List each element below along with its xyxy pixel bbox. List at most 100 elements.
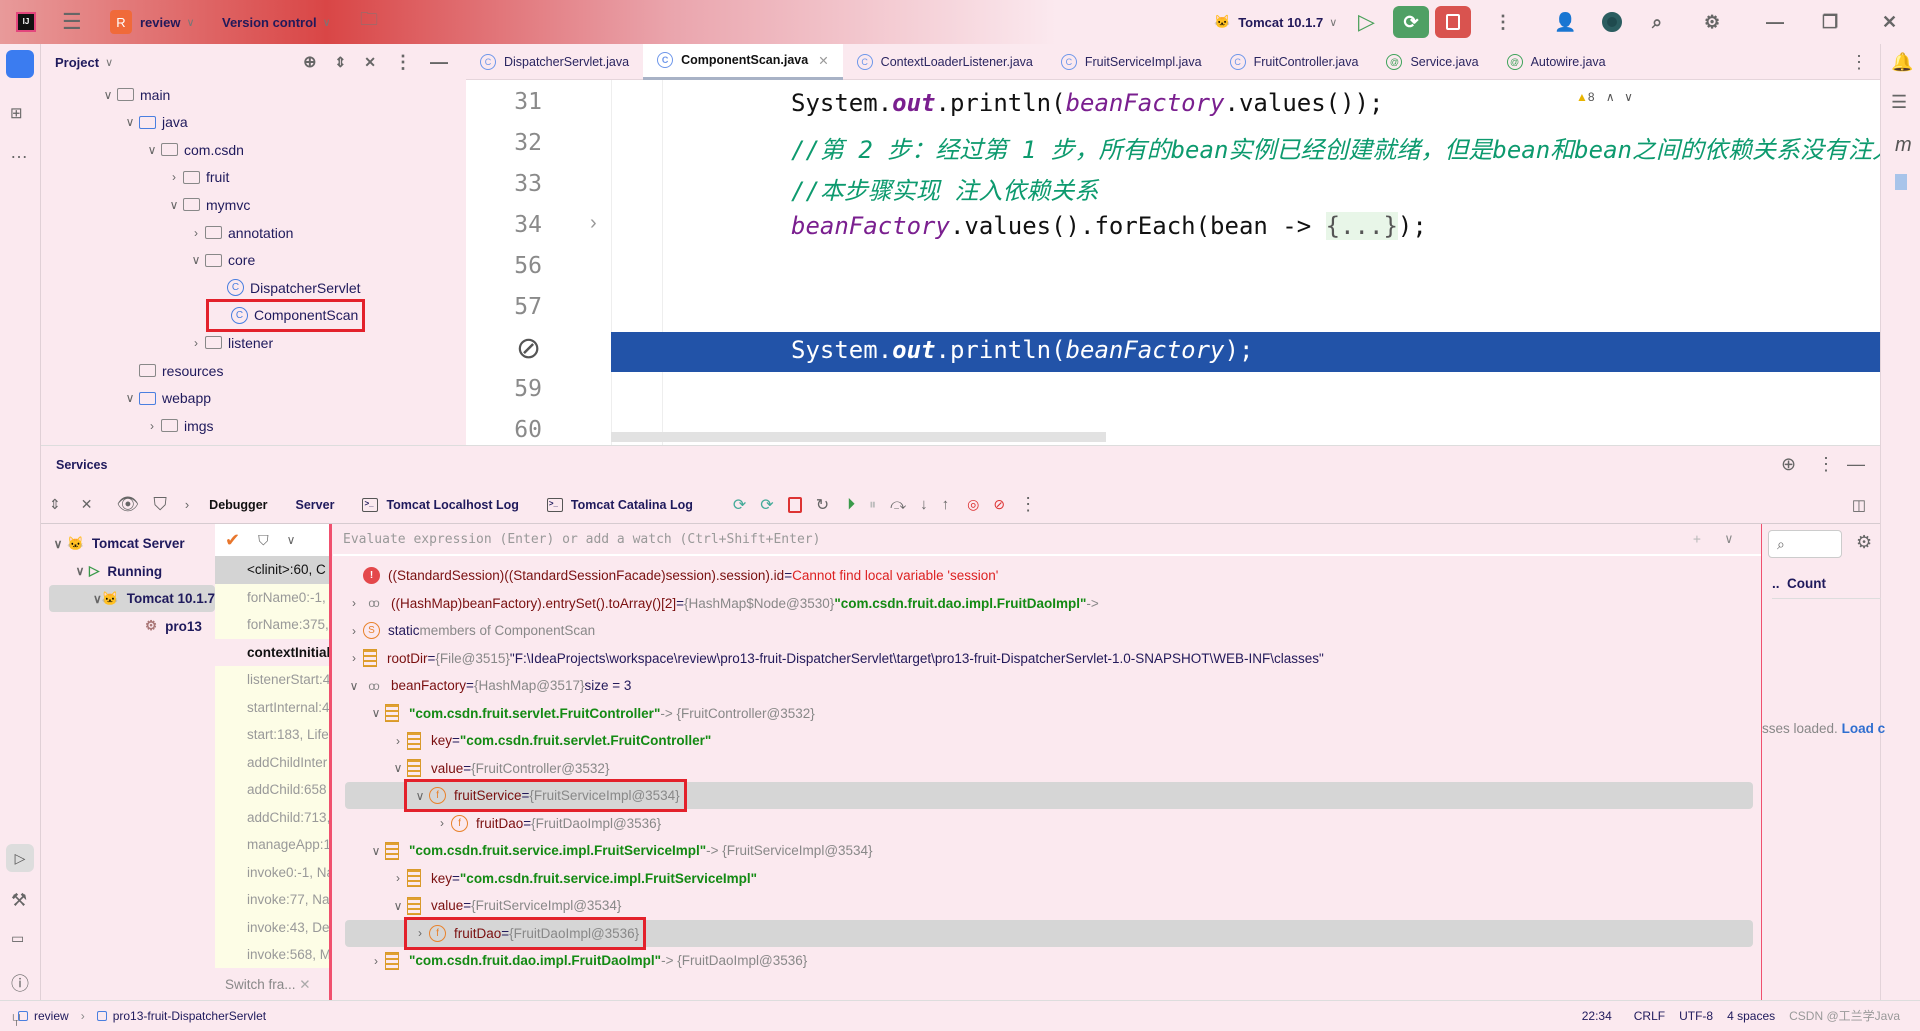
tree-item-mymvc[interactable]: ∨ mymvc [165,191,251,218]
stack-frame[interactable]: addChild:713, [215,804,329,832]
step-out-icon[interactable]: ↑ [942,496,950,513]
maven-icon[interactable]: m [1895,134,1912,157]
code-editor[interactable]: ▲8 ∧ ∨ 31 System.out.println(beanFactory.… [466,80,1880,445]
pause-icon[interactable]: ⏸ [869,496,876,513]
breadcrumb-project[interactable]: review [34,1009,69,1023]
database-icon[interactable]: ☰ [1891,92,1907,113]
chevron-down-icon[interactable]: ∨ [93,592,102,606]
stack-frame[interactable]: invoke:77, Nat [215,886,329,914]
add-user-icon[interactable]: 👤 [1554,0,1576,44]
checkmark-icon[interactable]: ✔ [225,530,240,551]
build-icon[interactable]: ⚒ [11,890,27,911]
frames-filter-icon[interactable]: ⛉ [258,532,269,549]
chevron-right-icon[interactable]: › [345,624,363,638]
terminal-icon[interactable]: ▭ [11,930,24,947]
chevron-right-icon[interactable]: › [187,226,205,240]
fold-arrow-icon[interactable]: › [590,212,597,235]
variable-row[interactable]: ∨ value = {FruitServiceImpl@3534} [333,892,1753,919]
warnings-indicator[interactable]: ▲8 ∧ ∨ [1576,90,1633,104]
debug-more-icon[interactable]: ⋮ [1019,494,1037,515]
problems-icon[interactable]: ⓘ [11,970,29,996]
variable-row[interactable]: ∨ oo beanFactory = {HashMap@3517} size = 3 [333,672,1753,699]
layout-icon[interactable]: ◫ [1852,496,1866,514]
step-into-icon[interactable]: ↓ [920,496,928,513]
stack-frame[interactable]: <clinit>:60, C [215,556,329,584]
restore-icon[interactable]: ❐ [1822,0,1838,44]
filter-icon[interactable]: ⛉ [153,494,167,515]
tab-componentscan[interactable]: C ComponentScan.java ✕ [643,43,843,80]
stop-button[interactable] [1435,6,1471,38]
chevron-down-icon[interactable]: ∨ [121,391,139,405]
chevron-right-icon[interactable]: › [187,336,205,350]
variable-row[interactable]: › f fruitDao = {FruitDaoImpl@3536} [333,810,1753,837]
chevron-down-icon[interactable]: ∨ [389,899,407,913]
run-icon[interactable]: ▷ [1358,0,1375,44]
chevron-down-icon[interactable]: ∨ [71,564,89,578]
coverage-icon[interactable] [1895,174,1907,190]
resume-icon[interactable]: ⏵ [847,496,855,514]
variable-row[interactable]: ! ((StandardSession)((StandardSessionFaca… [333,562,1753,589]
file-encoding[interactable]: UTF-8 [1679,1009,1713,1023]
services-options-icon[interactable]: ⋮ [1817,454,1835,475]
services-tree-item[interactable]: ∨ 🐱 Tomcat 10.1.7 [49,585,215,612]
chevron-down-icon[interactable]: ∨ [143,143,161,157]
vcs-menu[interactable]: Version control ∨ [222,0,331,44]
chevron-down-icon[interactable]: ∨ [121,115,139,129]
options-icon[interactable]: ⋮ [394,52,412,73]
variable-row[interactable]: › "com.csdn.fruit.dao.impl.FruitDaoImpl" … [333,947,1753,974]
variable-row[interactable]: › Sstatic members of ComponentScan [333,617,1753,644]
chevron-right-icon[interactable]: › [411,926,429,940]
memory-settings-icon[interactable]: ⚙ [1856,532,1872,553]
stack-frame[interactable]: start:183, Life [215,721,329,749]
tree-item-fruit[interactable]: › fruit [165,164,229,191]
stop-debug-icon[interactable] [787,496,802,513]
services-hide-icon[interactable]: — [1847,454,1865,475]
tab-tomcat-localhost-log[interactable]: >_ Tomcat Localhost Log [362,497,519,512]
tabs-more-icon[interactable]: ⋮ [1850,52,1868,73]
collapse-icon[interactable]: ✕ [81,496,93,513]
load-classes-link[interactable]: Load c [1842,721,1886,736]
stack-frame[interactable]: forName0:-1, [215,584,329,612]
rerun-icon[interactable]: ⟳ [733,495,746,515]
tab-service[interactable]: @ Service.java [1372,44,1492,80]
tab-autowire[interactable]: @ Autowire.java [1493,44,1620,80]
tree-item-core[interactable]: ∨ core [187,247,256,274]
app-logo-icon[interactable]: IJ [16,0,36,44]
variable-row[interactable]: › key = "com.csdn.fruit.service.impl.Frui… [333,865,1753,892]
locate-icon[interactable]: ⊕ [303,52,316,72]
chevron-right-icon[interactable]: › [389,871,407,885]
stack-frame[interactable]: listenerStart:4 [215,666,329,694]
step-over-icon[interactable]: ⤼ [890,496,906,513]
variable-row[interactable]: › rootDir = {File@3515} "F:\IdeaProjects\… [333,645,1753,672]
view-options-icon[interactable]: 👁 [116,494,139,515]
disabled-breakpoint-icon[interactable]: ⊘ [516,331,541,366]
folder-icon[interactable]: 🗀 [360,0,378,44]
expand-icon[interactable]: ⇕ [49,496,61,513]
tab-debugger[interactable]: Debugger [209,498,267,512]
close-tab-icon[interactable]: ✕ [818,53,828,68]
editor-horizontal-scrollbar[interactable] [611,432,1106,442]
tab-fruitserviceimpl[interactable]: C FruitServiceImpl.java [1047,44,1216,80]
view-breakpoints-icon[interactable]: ◎ [967,496,979,513]
ai-assistant-icon[interactable] [1602,0,1622,44]
chevron-right-icon[interactable]: › [345,596,363,610]
tree-item-main[interactable]: ∨ main [99,81,171,108]
hide-panel-icon[interactable]: — [430,52,448,73]
stack-frame[interactable]: invoke0:-1, Na [215,859,329,887]
tree-item-dispatcherservlet[interactable]: C DispatcherServlet [209,274,361,301]
more-tools-icon[interactable]: … [10,142,28,163]
tree-item-imgs[interactable]: › imgs [143,412,214,439]
project-panel-title[interactable]: Project [55,55,99,70]
count-column-header[interactable]: .. Count [1772,569,1881,599]
variable-row[interactable]: ∨ "com.csdn.fruit.service.impl.FruitServi… [333,837,1753,864]
indent-setting[interactable]: 4 spaces [1727,1009,1775,1023]
tree-item-com.csdn[interactable]: ∨ com.csdn [143,136,244,163]
chevron-right-icon[interactable]: › [165,170,183,184]
variable-row[interactable]: ∨ value = {FruitController@3532} [333,755,1753,782]
chevron-down-icon[interactable]: ∨ [345,679,363,693]
tree-item-webapp[interactable]: ∨ webapp [121,385,211,412]
more-icon[interactable]: ⋮ [1494,0,1512,44]
services-tree-item[interactable]: ∨ 🐱 Tomcat Server [49,530,185,557]
chevron-right-icon[interactable]: › [389,734,407,748]
caret-position[interactable]: 22:34 [1582,1009,1612,1023]
